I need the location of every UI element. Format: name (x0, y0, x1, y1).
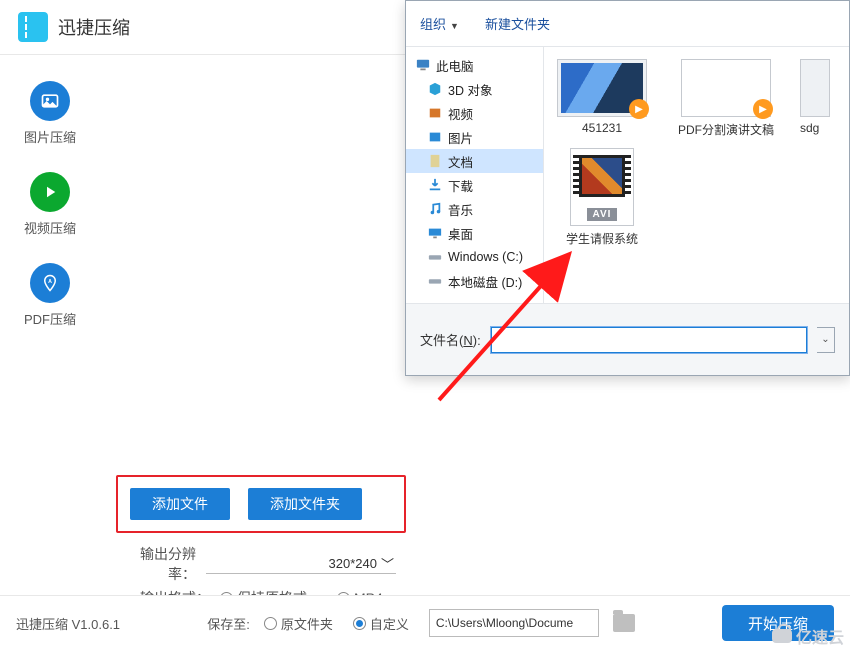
video-thumbnail-icon (800, 59, 830, 117)
file-list: ▶ 451231 ▶ PDF分割演讲文稿 sdg AVI 学生请假系统 (544, 47, 849, 303)
file-name: 451231 (582, 121, 622, 135)
dialog-body: 此电脑 3D 对象 视频 图片 文档 下载 音乐 桌面 Windows (C:)… (406, 47, 849, 303)
tree-item-videos[interactable]: 视频 (406, 101, 543, 125)
pc-icon (416, 58, 430, 72)
tree-item-downloads[interactable]: 下载 (406, 173, 543, 197)
new-folder-button[interactable]: 新建文件夹 (485, 14, 550, 33)
option-resolution-row: 输出分辨率： 320*240 ﹀ (116, 547, 834, 581)
tree-item-drive-d[interactable]: 本地磁盘 (D:) (406, 269, 543, 293)
save-to-label: 保存至: (207, 614, 250, 633)
add-buttons-highlight: 添加文件 添加文件夹 (116, 475, 406, 533)
browse-folder-icon[interactable] (613, 614, 635, 632)
play-icon (30, 172, 70, 212)
sidebar-item-pdf-compress[interactable]: A PDF压缩 (24, 263, 76, 328)
resolution-select[interactable]: 320*240 ﹀ (206, 554, 396, 574)
version-text: 迅捷压缩 V1.0.6.1 (16, 614, 120, 633)
file-item[interactable]: sdg (800, 59, 830, 138)
save-custom-radio[interactable]: 自定义 (353, 614, 409, 633)
radio-icon (264, 617, 277, 630)
play-badge-icon: ▶ (629, 99, 649, 119)
tree-item-this-pc[interactable]: 此电脑 (406, 53, 543, 77)
save-src-radio[interactable]: 原文件夹 (264, 614, 333, 633)
radio-checked-icon (353, 617, 366, 630)
file-item[interactable]: ▶ PDF分割演讲文稿 (676, 59, 776, 138)
desktop-icon (428, 226, 442, 240)
doc-icon (428, 154, 442, 168)
avi-thumbnail-icon: AVI (570, 148, 634, 226)
file-item[interactable]: ▶ 451231 (552, 59, 652, 138)
sidebar-item-label: 视频压缩 (24, 218, 76, 237)
filename-input[interactable] (491, 327, 807, 353)
filename-label: 文件名(N): (420, 330, 481, 349)
sidebar-item-video-compress[interactable]: 视频压缩 (24, 172, 76, 237)
video-thumbnail-icon: ▶ (681, 59, 771, 117)
cloud-icon (772, 629, 792, 643)
drive-icon (428, 250, 442, 264)
dialog-toolbar: 组织▼ 新建文件夹 (406, 1, 849, 47)
resolution-label: 输出分辨率： (116, 544, 196, 584)
save-path-input[interactable]: C:\Users\Mloong\Docume (429, 609, 599, 637)
app-logo-icon (18, 12, 48, 42)
add-folder-button[interactable]: 添加文件夹 (248, 488, 362, 520)
organize-menu[interactable]: 组织▼ (420, 14, 459, 33)
chevron-down-icon: ﹀ (381, 554, 394, 573)
file-item[interactable]: AVI 学生请假系统 (552, 148, 652, 247)
tree-item-drive-c[interactable]: Windows (C:) (406, 245, 543, 269)
file-open-dialog: 组织▼ 新建文件夹 此电脑 3D 对象 视频 图片 文档 下载 音乐 桌面 Wi… (405, 0, 850, 376)
picture-icon (428, 130, 442, 144)
sidebar-item-label: 图片压缩 (24, 127, 76, 146)
filename-dropdown-icon[interactable]: ⌄ (817, 327, 835, 353)
cube-icon (428, 82, 442, 96)
download-icon (428, 178, 442, 192)
footer-bar: 迅捷压缩 V1.0.6.1 保存至: 原文件夹 自定义 C:\Users\Mlo… (0, 595, 850, 650)
tree-item-desktop[interactable]: 桌面 (406, 221, 543, 245)
play-badge-icon: ▶ (753, 99, 773, 119)
resolution-value: 320*240 (329, 556, 377, 571)
image-icon (30, 81, 70, 121)
pdf-icon: A (30, 263, 70, 303)
folder-tree: 此电脑 3D 对象 视频 图片 文档 下载 音乐 桌面 Windows (C:)… (406, 47, 544, 303)
drive-icon (428, 274, 442, 288)
dialog-footer: 文件名(N): ⌄ (406, 303, 849, 375)
video-thumbnail-icon: ▶ (557, 59, 647, 117)
triangle-down-icon: ▼ (450, 21, 459, 31)
file-name: sdg (800, 121, 819, 135)
file-name: PDF分割演讲文稿 (678, 121, 774, 138)
file-name: 学生请假系统 (566, 230, 638, 247)
svg-text:A: A (48, 279, 52, 285)
tree-item-documents[interactable]: 文档 (406, 149, 543, 173)
film-icon (428, 106, 442, 120)
add-file-button[interactable]: 添加文件 (130, 488, 230, 520)
sidebar: 图片压缩 视频压缩 A PDF压缩 (0, 55, 100, 595)
watermark: 亿速云 (772, 624, 844, 648)
tree-item-music[interactable]: 音乐 (406, 197, 543, 221)
music-icon (428, 202, 442, 216)
sidebar-item-label: PDF压缩 (24, 309, 76, 328)
sidebar-item-image-compress[interactable]: 图片压缩 (24, 81, 76, 146)
tree-item-3d[interactable]: 3D 对象 (406, 77, 543, 101)
app-title: 迅捷压缩 (58, 14, 130, 40)
tree-item-pictures[interactable]: 图片 (406, 125, 543, 149)
